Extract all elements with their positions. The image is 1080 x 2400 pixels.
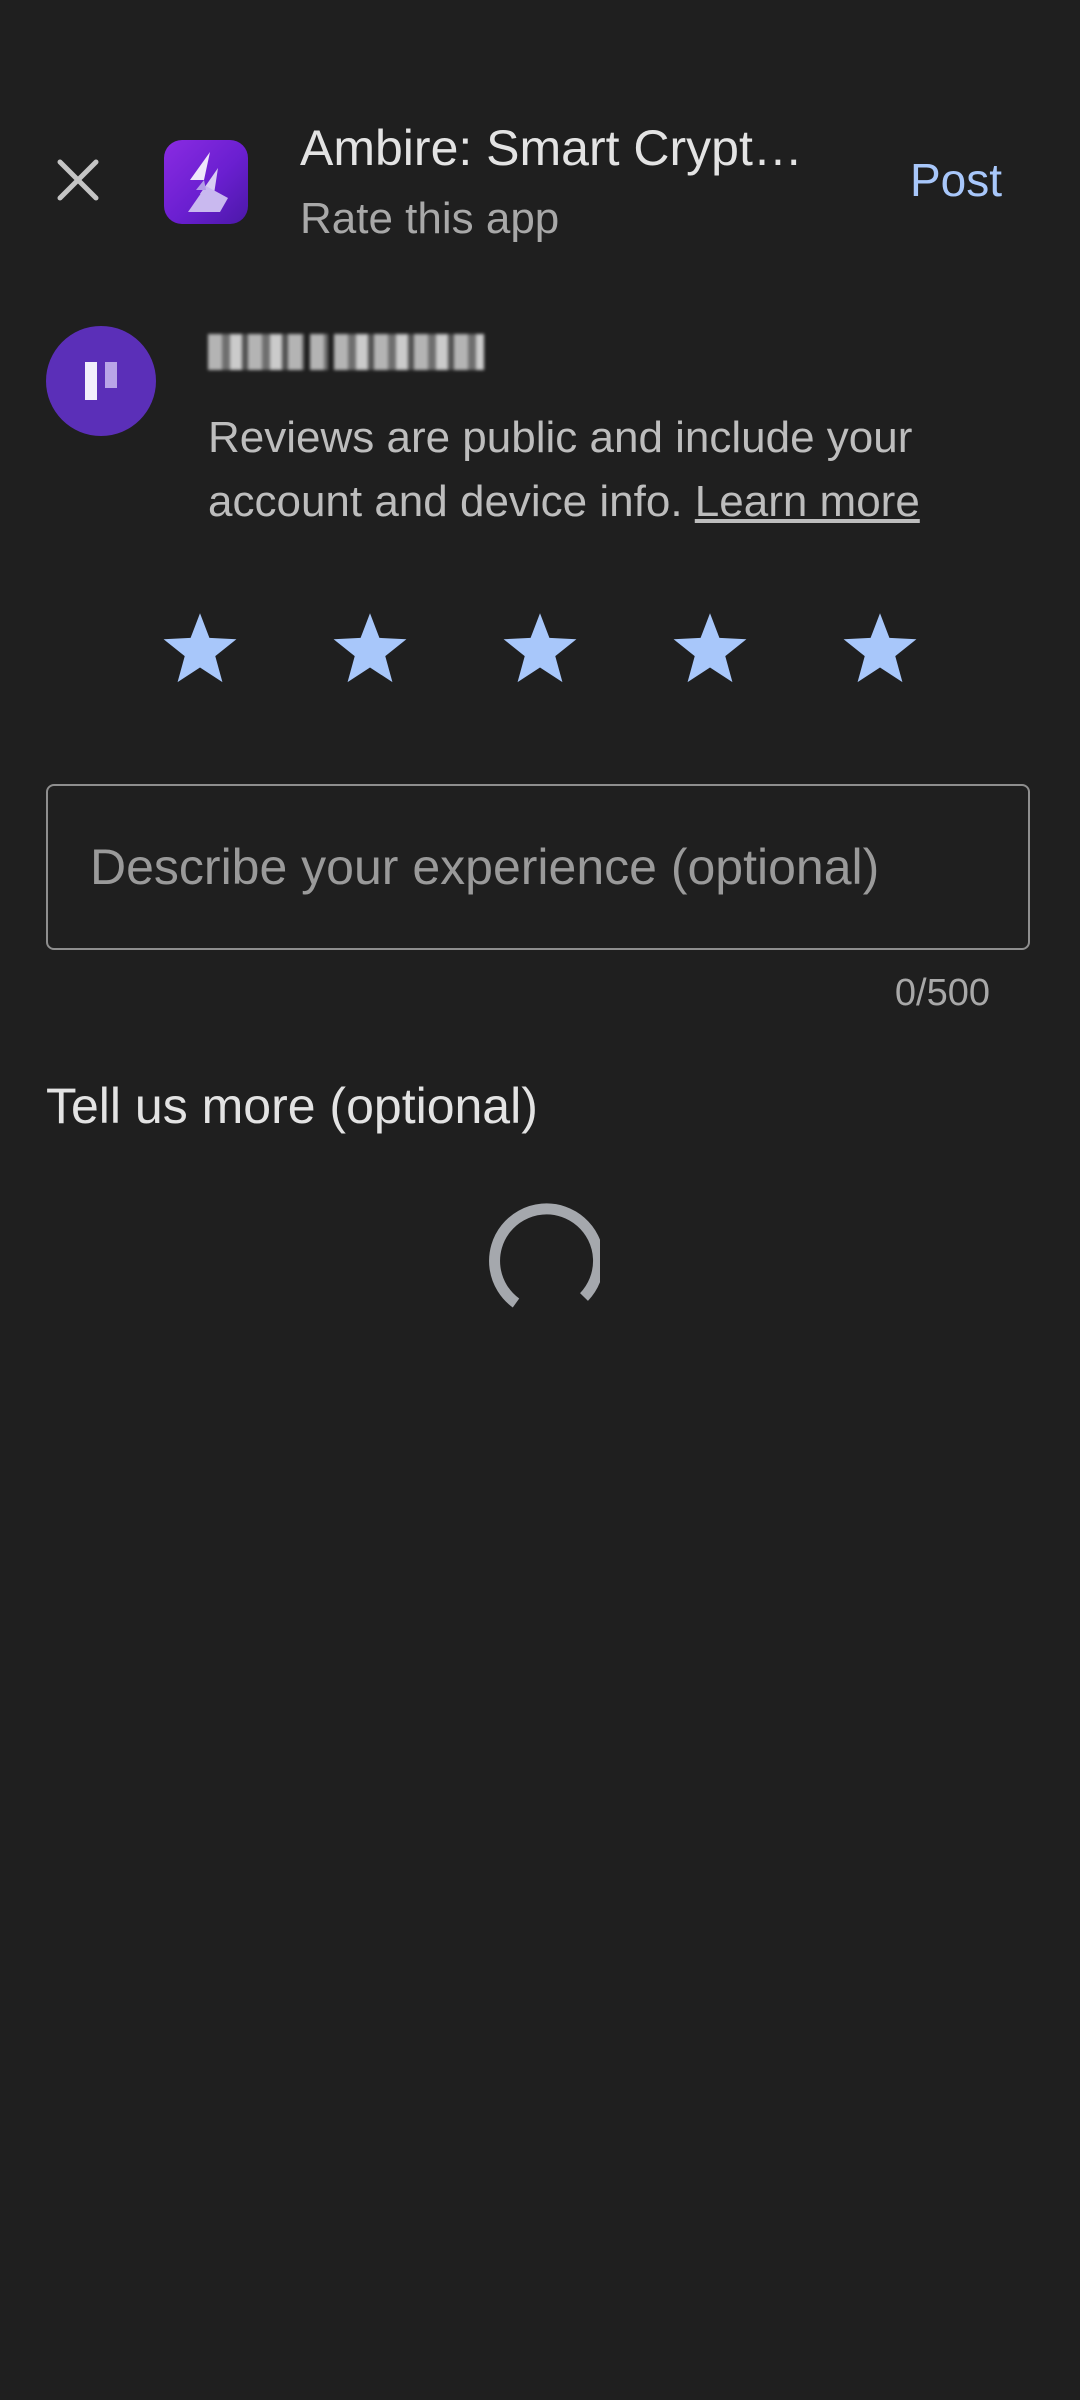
star-2[interactable] bbox=[320, 598, 420, 698]
user-name-redacted bbox=[208, 328, 504, 376]
star-1[interactable] bbox=[150, 598, 250, 698]
close-button[interactable] bbox=[42, 144, 114, 216]
review-notice: Reviews are public and include your acco… bbox=[208, 406, 988, 534]
star-icon bbox=[843, 613, 917, 683]
star-icon bbox=[503, 613, 577, 683]
review-input[interactable] bbox=[46, 784, 1030, 950]
star-icon bbox=[163, 613, 237, 683]
loading-spinner-icon bbox=[489, 1203, 600, 1308]
app-icon bbox=[164, 140, 248, 224]
tell-us-more-heading: Tell us more (optional) bbox=[46, 1078, 538, 1134]
avatar bbox=[46, 326, 156, 436]
app-title: Ambire: Smart Crypt… bbox=[300, 120, 803, 176]
ambire-logo-icon bbox=[188, 152, 228, 212]
page-subtitle: Rate this app bbox=[300, 194, 560, 243]
close-icon bbox=[57, 159, 99, 201]
star-rating[interactable] bbox=[150, 598, 930, 698]
star-3[interactable] bbox=[490, 598, 590, 698]
star-icon bbox=[673, 613, 747, 683]
learn-more-link[interactable]: Learn more bbox=[695, 477, 920, 526]
avatar-initials-icon bbox=[85, 362, 117, 400]
star-5[interactable] bbox=[830, 598, 930, 698]
post-button[interactable]: Post bbox=[910, 150, 1002, 210]
character-counter: 0/500 bbox=[894, 972, 990, 1014]
star-icon bbox=[333, 613, 407, 683]
star-4[interactable] bbox=[660, 598, 760, 698]
